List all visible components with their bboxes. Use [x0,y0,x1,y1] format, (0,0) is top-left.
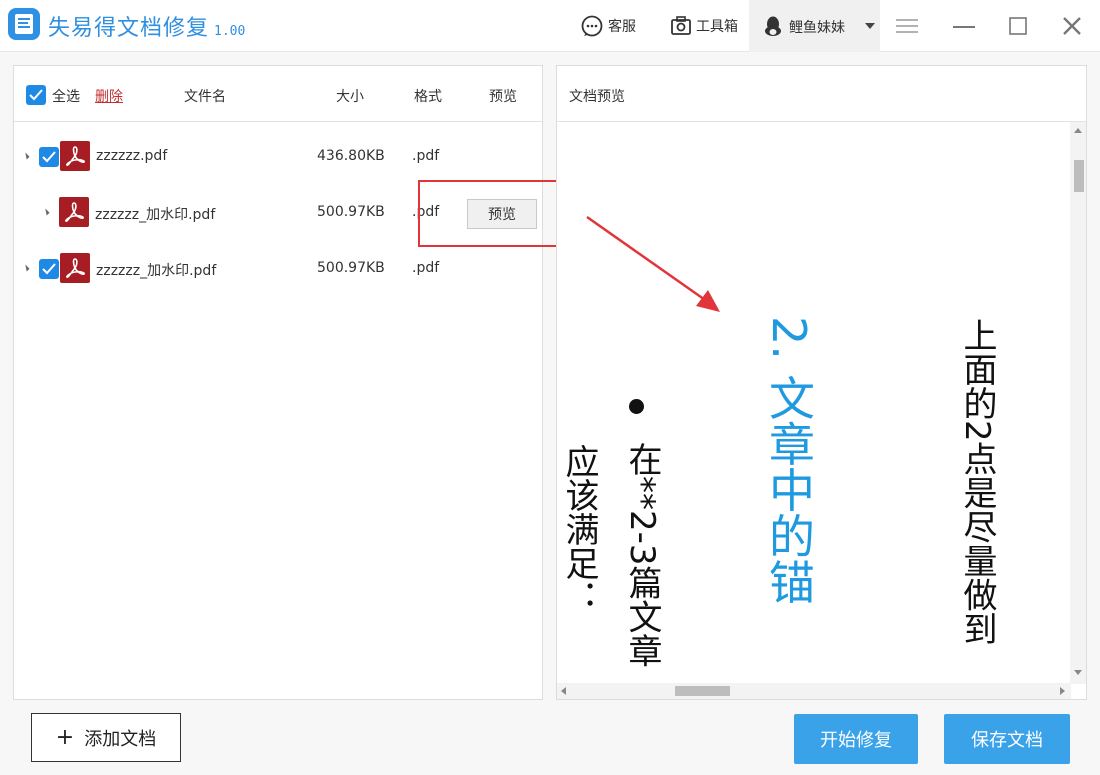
start-repair-button[interactable]: 开始修复 [794,714,918,764]
plus-icon: + [55,725,75,750]
save-document-button[interactable]: 保存文档 [944,714,1070,764]
annotation-arrow-icon [586,215,720,312]
add-document-label: 添加文档 [84,728,157,750]
add-document-button[interactable]: + 添加文档 [31,713,181,762]
